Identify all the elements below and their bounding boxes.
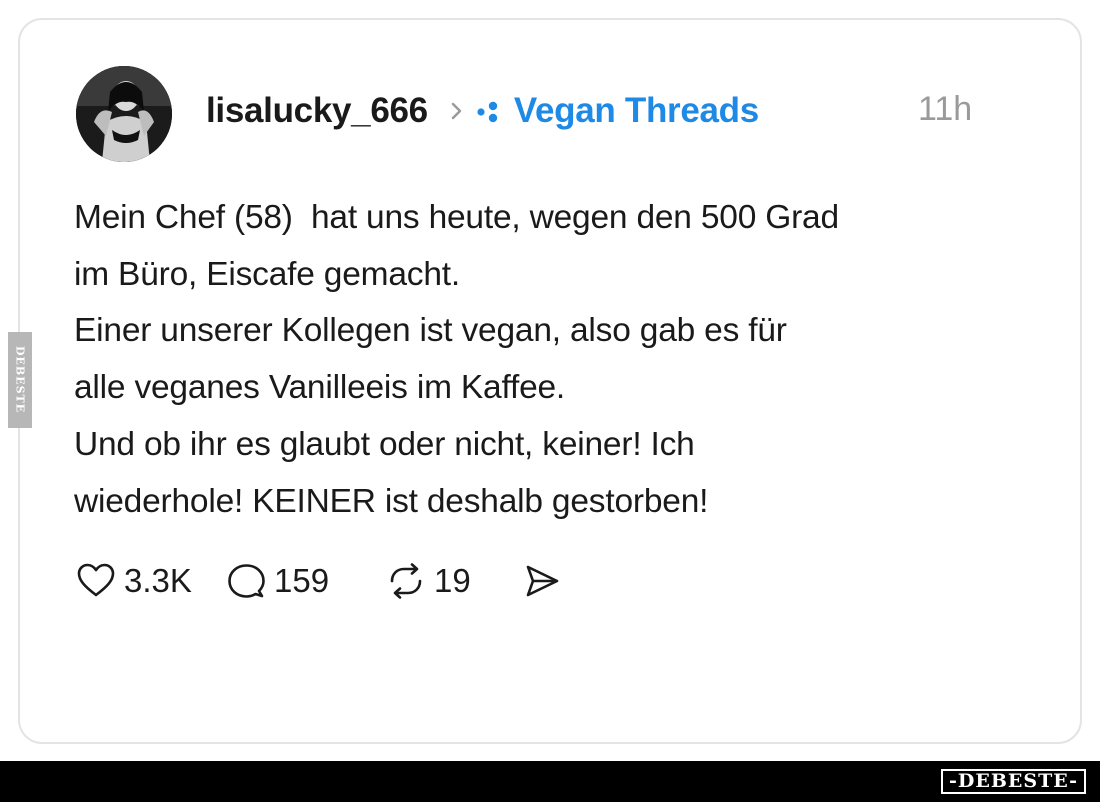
footer-bar: -DEBESTE- [0,761,1100,802]
share-button[interactable] [522,561,562,601]
chevron-right-icon [451,102,462,120]
post-text-line: Und ob ihr es glaubt oder nicht, keiner!… [74,425,695,463]
post-actions: 3.3K 159 19 [76,555,562,607]
topic-link[interactable]: Vegan Threads [514,91,759,131]
post-text-line: alle veganes Vanilleeis im Kaffee. [74,369,566,407]
avatar-photo [76,66,172,162]
like-button[interactable]: 3.3K [76,561,226,601]
avatar[interactable] [76,66,172,162]
comment-button[interactable]: 159 [226,561,386,601]
post-text-line: im Büro, Eiscafe gemacht. [74,255,460,293]
share-icon [526,565,559,597]
footer-logo: -DEBESTE- [941,769,1086,794]
username-link[interactable]: lisalucky_666 [206,91,428,131]
post-text: Mein Chef (58) hat uns heute, wegen den … [74,190,1034,530]
comment-icon [228,564,265,598]
like-count: 3.3K [124,562,192,599]
topic-dots-icon [477,101,498,123]
heart-icon [77,563,115,597]
post-text-line: Mein Chef (58) hat uns heute, wegen den … [74,199,839,236]
repost-button[interactable]: 19 [386,561,522,601]
post-text-line: wiederhole! KEINER ist deshalb gestorben… [74,482,709,520]
repost-icon [390,563,422,599]
comment-count: 159 [274,562,330,599]
repost-count: 19 [434,562,471,599]
post-timestamp: 11h [918,90,973,128]
side-watermark: DEBESTE [8,332,32,428]
post-header: lisalucky_666 Vegan Threads [206,86,759,136]
post-text-line: Einer unserer Kollegen ist vegan, also g… [74,312,787,350]
